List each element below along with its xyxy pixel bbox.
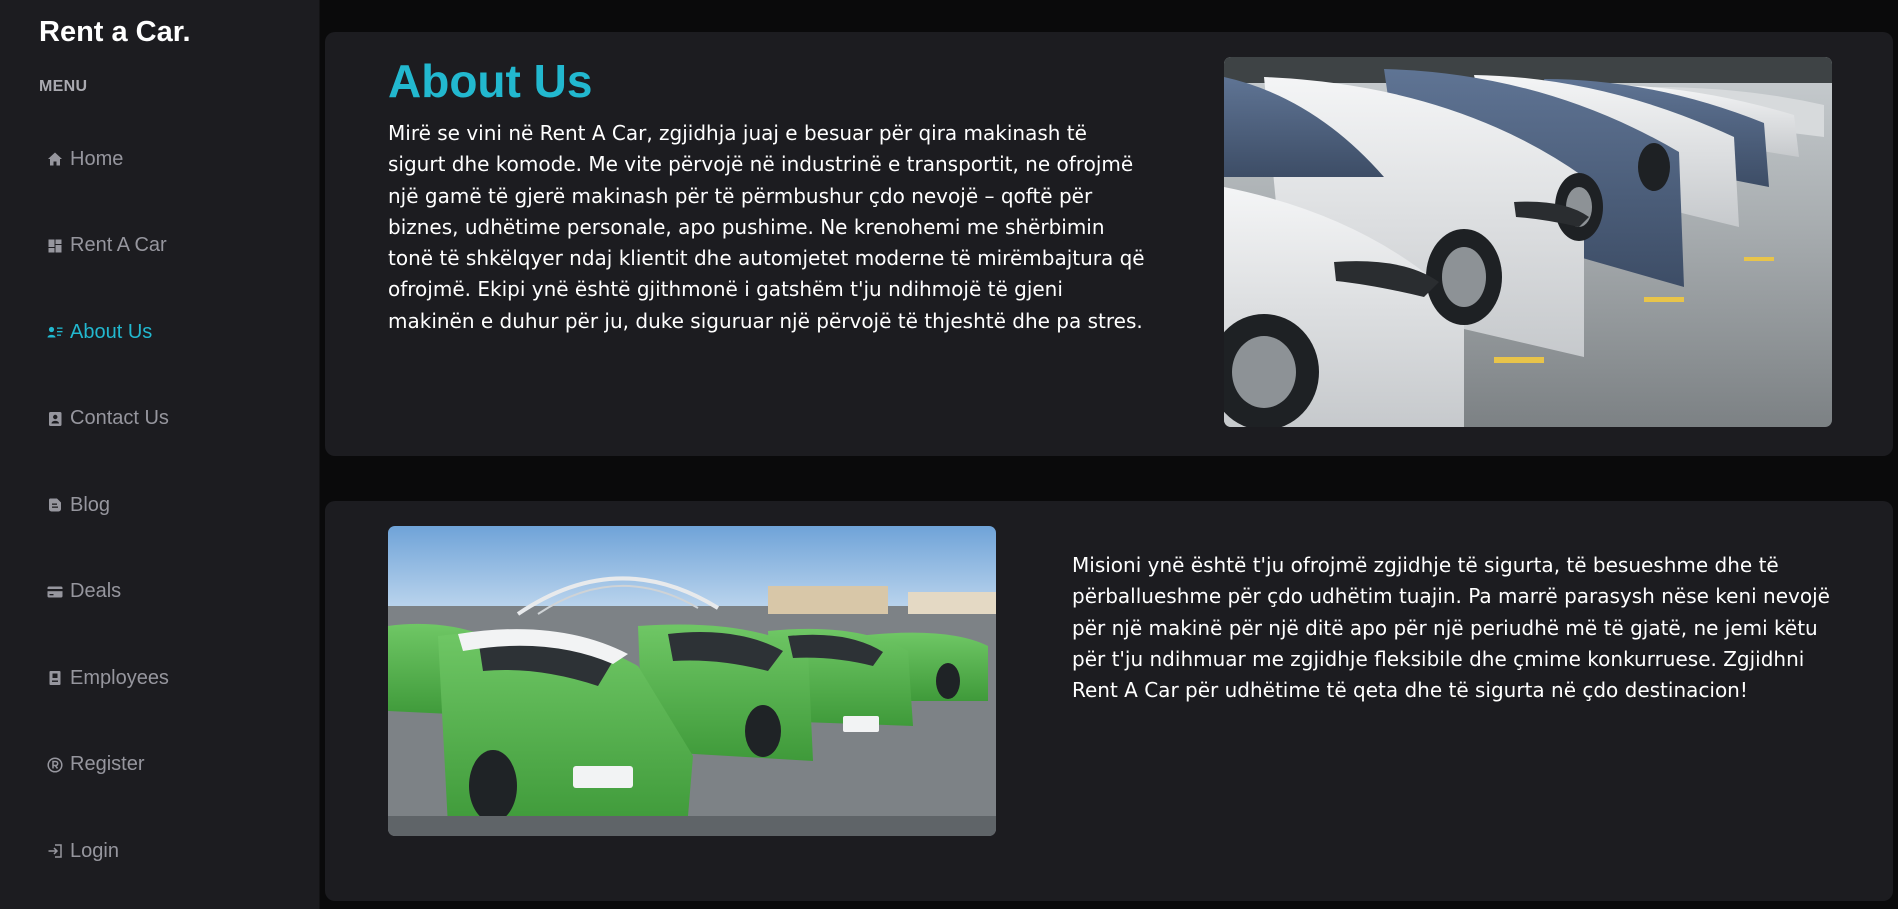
about-description: Mirë se vini në Rent A Car, zgjidhja jua… [388,121,1145,333]
sidebar-item-rent-a-car[interactable]: Rent A Car [0,203,320,290]
sidebar-item-about-us[interactable]: About Us [0,289,320,376]
contact-card-icon [46,410,64,428]
sidebar-item-label: Deals [70,580,122,603]
sidebar-item-login[interactable]: Login [0,808,320,895]
sidebar-item-label: Contact Us [70,407,169,430]
sidebar-item-deals[interactable]: Deals [0,549,320,636]
sidebar-item-contact-us[interactable]: Contact Us [0,376,320,463]
credit-card-icon [46,583,64,601]
brand-logo[interactable]: Rent a Car. [39,16,191,49]
sidebar-item-label: Employees [70,666,169,689]
sidebar-item-label: Rent A Car [70,234,167,257]
registered-icon [46,756,64,774]
sidebar-item-register[interactable]: Register [0,722,320,809]
sidebar: Rent a Car. MENU Home Rent A Car About U… [0,0,320,909]
home-icon [46,150,64,168]
mission-description: Misioni ynë është t'ju ofrojmë zgjidhje … [1072,553,1830,703]
login-icon [46,842,64,860]
parked-cars-image [1224,57,1832,427]
sidebar-item-label: Login [70,839,119,862]
blog-icon [46,496,64,514]
sidebar-nav: Home Rent A Car About Us Contact Us Blog [0,116,320,895]
sidebar-item-home[interactable]: Home [0,116,320,203]
sidebar-item-label: Blog [70,493,111,516]
green-taxis-image [388,526,996,836]
sidebar-item-label: Register [70,753,145,776]
sidebar-item-label: Home [70,147,124,170]
menu-label: MENU [39,78,88,95]
sidebar-item-blog[interactable]: Blog [0,462,320,549]
people-list-icon [46,323,64,341]
sidebar-item-label: About Us [70,320,153,343]
sidebar-item-employees[interactable]: Employees [0,635,320,722]
page-title: About Us [388,55,593,107]
badge-icon [46,669,64,687]
dashboard-icon [46,237,64,255]
